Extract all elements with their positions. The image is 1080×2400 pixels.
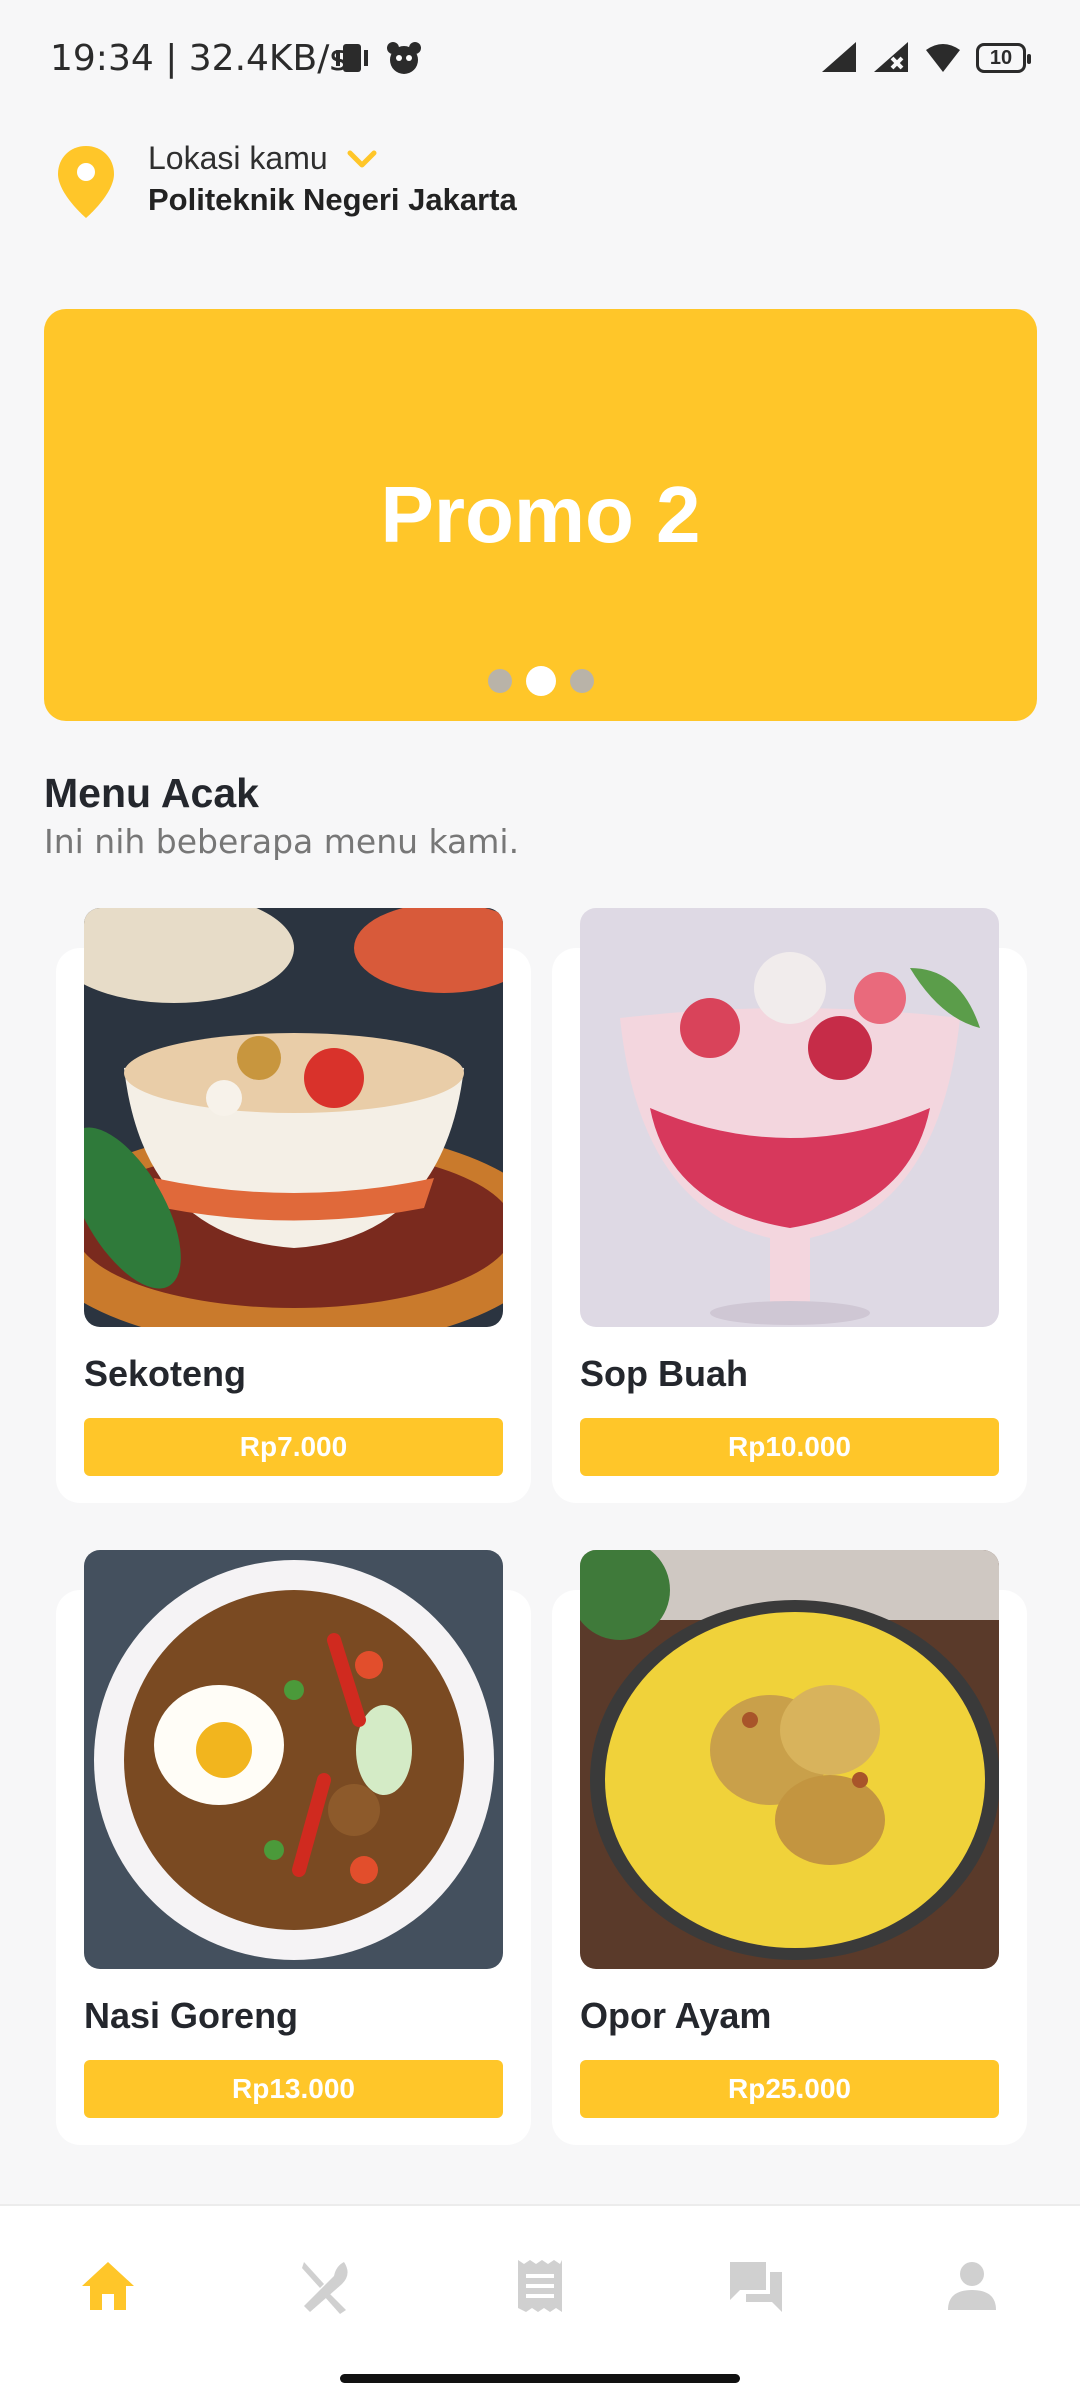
carousel-dot[interactable] bbox=[487, 669, 512, 693]
receipt-icon[interactable] bbox=[510, 2256, 570, 2316]
bottom-navigation bbox=[0, 2204, 1080, 2400]
chat-icon[interactable] bbox=[726, 2256, 786, 2316]
signal-no-service-icon bbox=[874, 42, 908, 72]
menu-card[interactable]: Sekoteng Rp7.000 bbox=[56, 908, 531, 1503]
section-subtitle: Ini nih beberapa menu kami. bbox=[44, 822, 520, 861]
menu-item-name: Opor Ayam bbox=[580, 1995, 772, 2036]
carousel-dot-active[interactable] bbox=[525, 666, 556, 696]
wifi-icon bbox=[926, 44, 960, 72]
signal-icon bbox=[822, 42, 856, 72]
price-button[interactable]: Rp10.000 bbox=[580, 1418, 999, 1476]
menu-image-sekoteng bbox=[84, 908, 503, 1327]
promo-banner[interactable]: Promo 2 bbox=[44, 309, 1037, 721]
menu-image-opor-ayam bbox=[580, 1550, 999, 1969]
price-button[interactable]: Rp25.000 bbox=[580, 2060, 999, 2118]
home-indicator[interactable] bbox=[340, 2374, 740, 2383]
location-selector[interactable]: Lokasi kamu Politeknik Negeri Jakarta bbox=[56, 138, 756, 228]
home-icon[interactable] bbox=[78, 2256, 138, 2316]
carousel-dot[interactable] bbox=[569, 669, 594, 693]
menu-item-name: Sekoteng bbox=[84, 1353, 247, 1394]
location-label: Lokasi kamu bbox=[148, 140, 328, 176]
status-time-speed: 19:34 | 32.4KB/s bbox=[50, 38, 349, 79]
status-bar: 19:34 | 32.4KB/s 10 bbox=[0, 0, 1080, 120]
location-pin-icon bbox=[58, 146, 114, 218]
menu-card[interactable]: Sop Buah Rp10.000 bbox=[552, 908, 1027, 1503]
menu-image-sop-buah bbox=[580, 908, 999, 1327]
profile-icon[interactable] bbox=[942, 2256, 1002, 2316]
menu-image-nasi-goreng bbox=[84, 1550, 503, 1969]
battery-icon: 10 bbox=[976, 43, 1031, 73]
section-title: Menu Acak bbox=[44, 770, 259, 816]
carousel-indicator bbox=[44, 666, 1037, 696]
menu-item-name: Sop Buah bbox=[580, 1353, 748, 1394]
menu-card[interactable]: Nasi Goreng Rp13.000 bbox=[56, 1550, 531, 2145]
promo-title: Promo 2 bbox=[380, 470, 701, 559]
menu-card[interactable]: Opor Ayam Rp25.000 bbox=[552, 1550, 1027, 2145]
price-button[interactable]: Rp7.000 bbox=[84, 1418, 503, 1476]
restaurant-icon[interactable] bbox=[294, 2256, 354, 2316]
mascot-icon bbox=[387, 42, 421, 74]
vibrate-icon bbox=[336, 44, 368, 72]
location-value: Politeknik Negeri Jakarta bbox=[148, 182, 517, 217]
price-button[interactable]: Rp13.000 bbox=[84, 2060, 503, 2118]
chevron-down-icon[interactable] bbox=[346, 144, 378, 174]
menu-item-name: Nasi Goreng bbox=[84, 1995, 299, 2036]
